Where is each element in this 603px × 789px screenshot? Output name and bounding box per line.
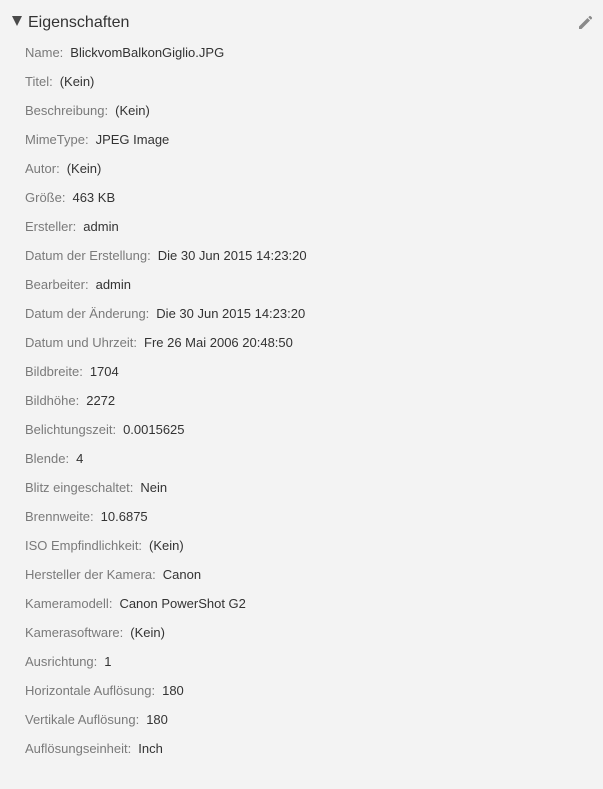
property-row: Ausrichtung: 1 — [25, 647, 307, 676]
properties-list: Name: BlickvomBalkonGiglio.JPG Titel: (Kei… — [25, 38, 307, 763]
property-row: Belichtungszeit: 0.0015625 — [25, 415, 307, 444]
property-label: Ausrichtung: — [25, 654, 98, 669]
property-label: Hersteller der Kamera: — [25, 567, 156, 582]
property-row: Titel: (Kein) — [25, 67, 307, 96]
property-label: Datum und Uhrzeit: — [25, 335, 137, 350]
property-value: 463 KB — [72, 190, 116, 205]
property-value: Die 30 Jun 2015 14:23:20 — [156, 306, 306, 321]
property-value: Nein — [140, 480, 168, 495]
property-row: Bearbeiter: admin — [25, 270, 307, 299]
property-row: Ersteller: admin — [25, 212, 307, 241]
property-label: Titel: — [25, 74, 53, 89]
property-label: Größe: — [25, 190, 66, 205]
property-label: Autor: — [25, 161, 60, 176]
property-value: 0.0015625 — [123, 422, 185, 437]
property-row: Horizontale Auflösung: 180 — [25, 676, 307, 705]
property-label: Vertikale Auflösung: — [25, 712, 140, 727]
property-label: Bildhöhe: — [25, 393, 80, 408]
property-label: Bildbreite: — [25, 364, 83, 379]
property-label: ISO Empfindlichkeit: — [25, 538, 143, 553]
property-label: Datum der Erstellung: — [25, 248, 151, 263]
property-value: 1704 — [89, 364, 119, 379]
properties-panel: Eigenschaften Name: BlickvomBalkonGiglio.… — [0, 0, 603, 789]
property-label: Datum der Änderung: — [25, 306, 150, 321]
property-value: 4 — [76, 451, 84, 466]
property-value: 1 — [104, 654, 112, 669]
property-value: 10.6875 — [100, 509, 148, 524]
property-label: Brennweite: — [25, 509, 94, 524]
property-value: admin — [83, 219, 119, 234]
property-value: Die 30 Jun 2015 14:23:20 — [157, 248, 307, 263]
property-value: (Kein) — [149, 538, 184, 553]
property-row: Beschreibung: (Kein) — [25, 96, 307, 125]
property-row: Blitz eingeschaltet: Nein — [25, 473, 307, 502]
property-row: Autor: (Kein) — [25, 154, 307, 183]
property-row: Name: BlickvomBalkonGiglio.JPG — [25, 38, 307, 67]
property-value: (Kein) — [59, 74, 95, 89]
triangle-down-icon[interactable] — [12, 16, 22, 26]
property-row: ISO Empfindlichkeit: (Kein) — [25, 531, 307, 560]
property-value: (Kein) — [115, 103, 150, 118]
property-row: Bildhöhe: 2272 — [25, 386, 307, 415]
property-label: Auflösungseinheit: — [25, 741, 132, 756]
property-row: Datum der Erstellung: Die 30 Jun 2015 14:… — [25, 241, 307, 270]
property-label: Kameramodell: — [25, 596, 113, 611]
property-label: Horizontale Auflösung: — [25, 683, 156, 698]
property-value: Fre 26 Mai 2006 20:48:50 — [144, 335, 293, 350]
property-row: Auflösungseinheit: Inch — [25, 734, 307, 763]
property-value: Canon — [162, 567, 202, 582]
property-row: Datum und Uhrzeit: Fre 26 Mai 2006 20:48:… — [25, 328, 307, 357]
property-row: Vertikale Auflösung: 180 — [25, 705, 307, 734]
property-value: JPEG Image — [95, 132, 170, 147]
property-value: (Kein) — [66, 161, 102, 176]
property-value: 180 — [146, 712, 168, 727]
property-label: Belichtungszeit: — [25, 422, 117, 437]
panel-title[interactable]: Eigenschaften — [28, 12, 129, 34]
property-value: 180 — [162, 683, 184, 698]
pencil-icon[interactable] — [576, 14, 594, 32]
property-row: Datum der Änderung: Die 30 Jun 2015 14:23… — [25, 299, 307, 328]
property-row: Brennweite: 10.6875 — [25, 502, 307, 531]
property-value: admin — [95, 277, 132, 292]
property-row: Kamerasoftware: (Kein) — [25, 618, 307, 647]
property-value: Canon PowerShot G2 — [119, 596, 246, 611]
property-row: Blende: 4 — [25, 444, 307, 473]
property-label: Blende: — [25, 451, 70, 466]
property-value: 2272 — [86, 393, 116, 408]
property-label: Ersteller: — [25, 219, 77, 234]
property-label: Name: — [25, 45, 64, 60]
property-label: Bearbeiter: — [25, 277, 89, 292]
property-row: Hersteller der Kamera: Canon — [25, 560, 307, 589]
property-value: Inch — [138, 741, 163, 756]
property-value: BlickvomBalkonGiglio.JPG — [70, 45, 225, 60]
property-label: Blitz eingeschaltet: — [25, 480, 134, 495]
property-row: MimeType: JPEG Image — [25, 125, 307, 154]
property-value: (Kein) — [130, 625, 165, 640]
property-row: Bildbreite: 1704 — [25, 357, 307, 386]
property-row: Kameramodell: Canon PowerShot G2 — [25, 589, 307, 618]
property-row: Größe: 463 KB — [25, 183, 307, 212]
property-label: Beschreibung: — [25, 103, 109, 118]
property-label: Kamerasoftware: — [25, 625, 124, 640]
property-label: MimeType: — [25, 132, 89, 147]
